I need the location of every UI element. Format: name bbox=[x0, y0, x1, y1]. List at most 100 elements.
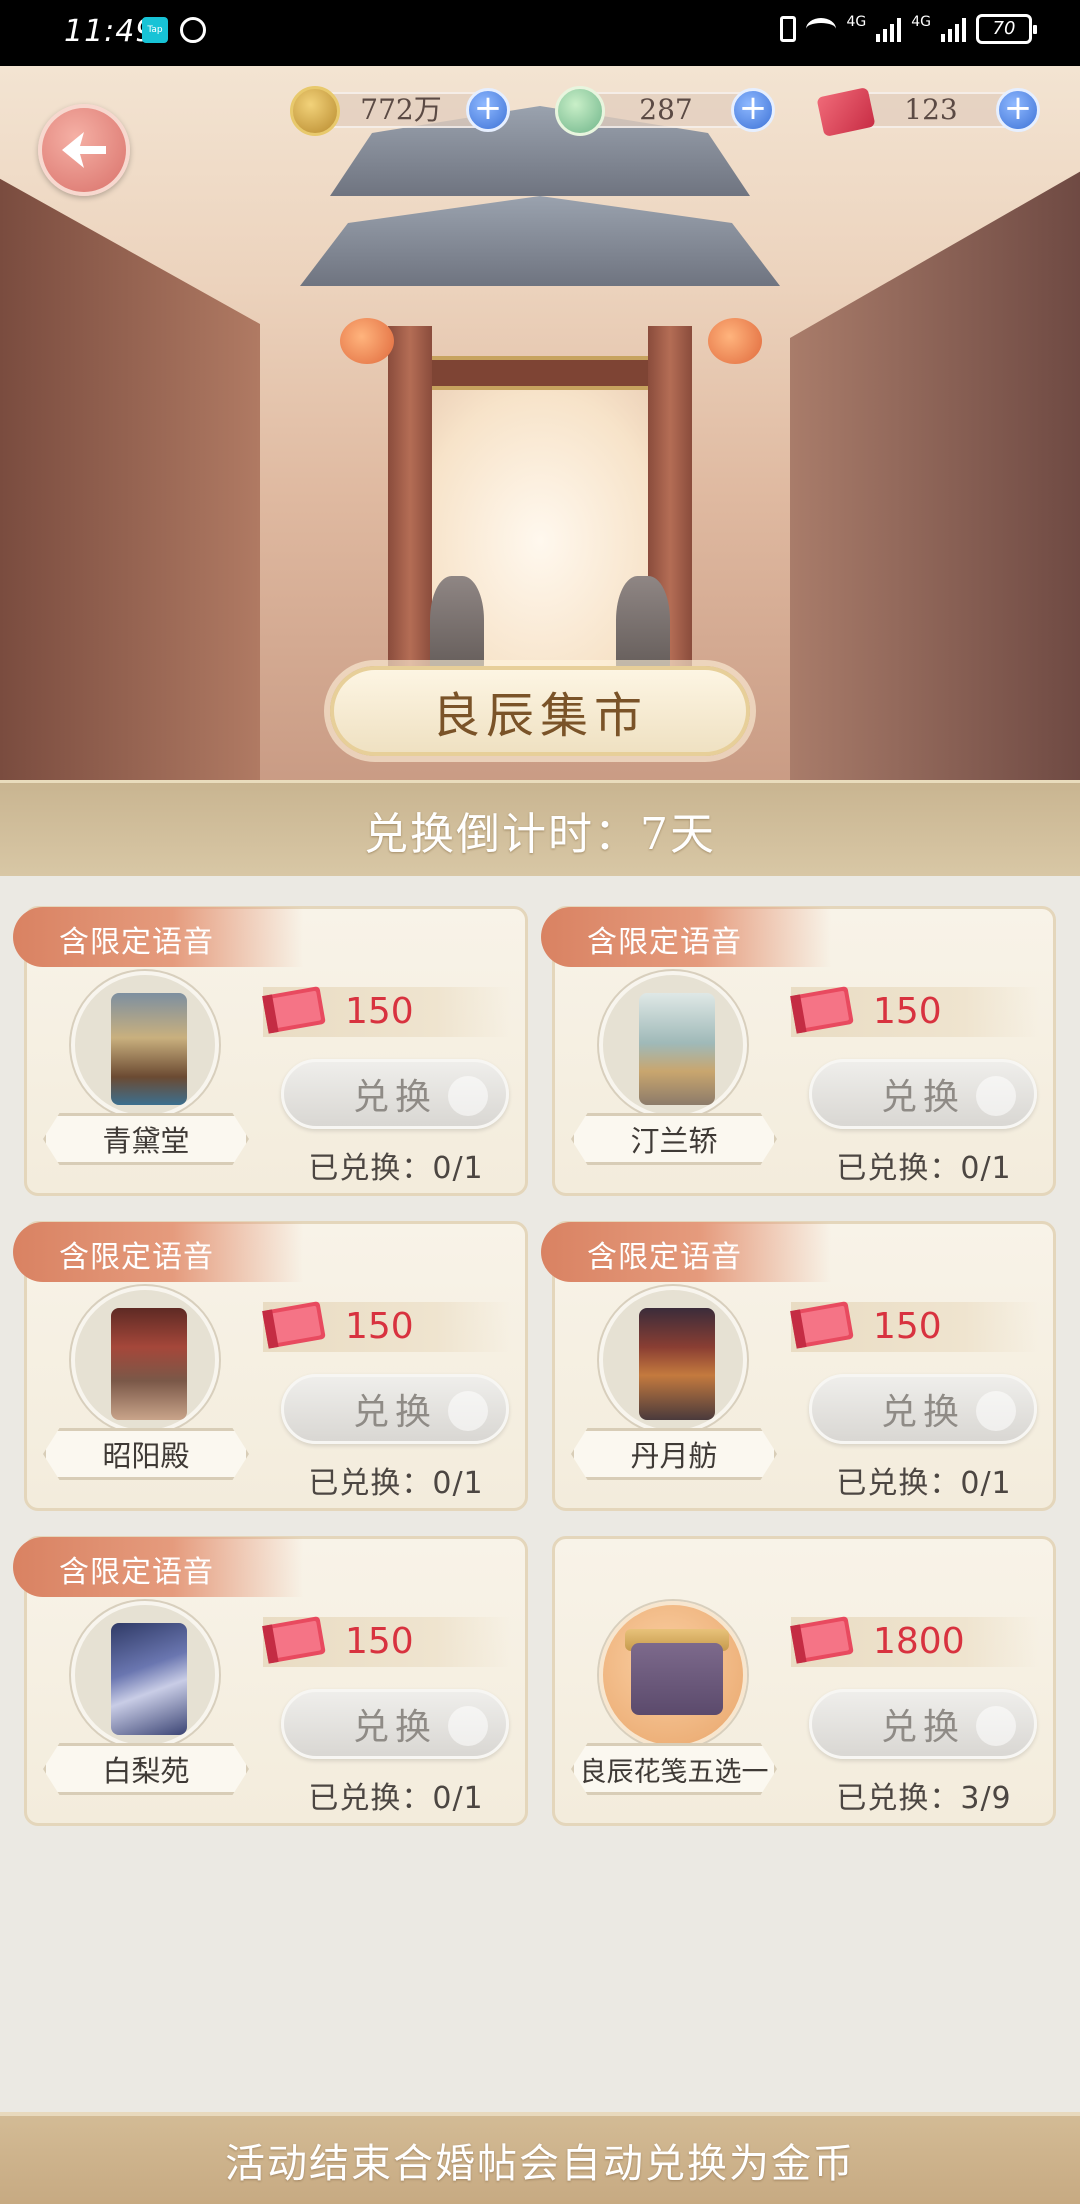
left-building bbox=[0, 178, 260, 786]
item-name: 昭阳殿 bbox=[102, 1439, 190, 1473]
red-book-icon bbox=[262, 1616, 326, 1664]
tag-label: 含限定语音 bbox=[587, 925, 742, 960]
currency-jade: 287 + bbox=[555, 86, 775, 136]
price-value: 150 bbox=[873, 991, 942, 1032]
exchange-button[interactable]: 兑换 bbox=[281, 1374, 509, 1444]
exchange-button[interactable]: 兑换 bbox=[281, 1689, 509, 1759]
battery-icon: 70 bbox=[976, 14, 1037, 44]
item-card-tinglanjiao: 含限定语音 汀兰轿 150 兑换 已兑换：0/1 bbox=[541, 906, 1056, 1196]
item-card-zhaoyangdian: 含限定语音 昭阳殿 150 兑换 已兑换：0/1 bbox=[13, 1221, 528, 1511]
item-name-plate: 良辰花笺五选一 bbox=[571, 1743, 777, 1795]
tag-label: 含限定语音 bbox=[59, 1240, 214, 1275]
exchange-label: 兑换 bbox=[352, 1707, 437, 1748]
red-book-icon bbox=[262, 986, 326, 1034]
danyuefang-scene-image bbox=[639, 1308, 715, 1420]
gate-beam bbox=[388, 356, 692, 390]
item-name-plate: 丹月舫 bbox=[571, 1428, 777, 1480]
paw-coin-icon bbox=[290, 86, 340, 136]
red-book-icon bbox=[816, 87, 876, 137]
countdown-banner: 兑换倒计时：7天 bbox=[0, 780, 1080, 876]
item-thumbnail-frame bbox=[71, 971, 219, 1119]
item-thumbnail-frame bbox=[71, 1286, 219, 1434]
item-price: 150 bbox=[262, 1616, 511, 1667]
lantern-right bbox=[708, 318, 762, 364]
red-book-icon bbox=[790, 1616, 854, 1664]
back-button[interactable] bbox=[38, 104, 130, 196]
vibrate-icon bbox=[780, 16, 797, 42]
alarm-icon bbox=[180, 17, 206, 43]
red-book-icon bbox=[790, 986, 854, 1034]
tinglanjiao-scene-image bbox=[639, 993, 715, 1105]
redeemed-count: 已兑换：0/1 bbox=[836, 1466, 1012, 1501]
exchange-label: 兑换 bbox=[352, 1392, 437, 1433]
item-price: 150 bbox=[262, 986, 511, 1037]
tag-label: 含限定语音 bbox=[587, 1240, 742, 1275]
zhaoyangdian-scene-image bbox=[111, 1308, 187, 1420]
gift-box-icon bbox=[631, 1643, 723, 1715]
redeemed-count: 已兑换：0/1 bbox=[308, 1466, 484, 1501]
item-card-qingdaitang: 含限定语音 青黛堂 150 兑换 已兑换：0/1 bbox=[13, 906, 528, 1196]
redeemed-count: 已兑换：0/1 bbox=[836, 1151, 1012, 1186]
exchange-button[interactable]: 兑换 bbox=[281, 1059, 509, 1129]
item-thumbnail-frame bbox=[599, 1286, 747, 1434]
item-name: 丹月舫 bbox=[630, 1439, 718, 1473]
item-name-plate: 白梨苑 bbox=[43, 1743, 249, 1795]
price-value: 1800 bbox=[873, 1621, 965, 1662]
price-value: 150 bbox=[345, 1306, 414, 1347]
footer-notice-bar: 活动结束合婚帖会自动兑换为金币 bbox=[0, 2112, 1080, 2204]
jade-charm-icon bbox=[555, 86, 605, 136]
price-value: 150 bbox=[345, 1621, 414, 1662]
item-name: 良辰花笺五选一 bbox=[579, 1756, 769, 1788]
status-right: 4G 4G 70 bbox=[780, 14, 1037, 44]
exchange-label: 兑换 bbox=[880, 1707, 965, 1748]
item-thumbnail-frame bbox=[71, 1601, 219, 1749]
lantern-left bbox=[340, 318, 394, 364]
item-name-plate: 汀兰轿 bbox=[571, 1113, 777, 1165]
item-name-plate: 青黛堂 bbox=[43, 1113, 249, 1165]
exchange-button[interactable]: 兑换 bbox=[809, 1689, 1037, 1759]
currency-coins: 772万 + bbox=[290, 86, 510, 136]
red-book-icon bbox=[262, 1301, 326, 1349]
gate-pillar-left bbox=[388, 326, 432, 696]
limited-voice-tag: 含限定语音 bbox=[541, 1222, 831, 1282]
item-card-danyuefang: 含限定语音 丹月舫 150 兑换 已兑换：0/1 bbox=[541, 1221, 1056, 1511]
item-name-plate: 昭阳殿 bbox=[43, 1428, 249, 1480]
tag-label: 含限定语音 bbox=[59, 1555, 214, 1590]
item-card-letter-bundle: 良辰花笺五选一 1800 兑换 已兑换：3/9 bbox=[552, 1536, 1056, 1826]
app-root: 11:49 Tap 4G 4G 70 772万 + 287 + 123 + 良辰… bbox=[0, 0, 1080, 2204]
limited-voice-tag: 含限定语音 bbox=[13, 907, 303, 967]
right-building bbox=[790, 171, 1080, 786]
network-label-2: 4G bbox=[911, 14, 931, 30]
tag-label: 含限定语音 bbox=[59, 925, 214, 960]
exchange-label: 兑换 bbox=[880, 1077, 965, 1118]
add-coins-button[interactable]: + bbox=[466, 88, 510, 132]
network-label-1: 4G bbox=[846, 14, 867, 30]
bailiyuan-scene-image bbox=[111, 1623, 187, 1735]
item-price: 150 bbox=[790, 986, 1039, 1037]
item-thumbnail-frame bbox=[599, 1601, 747, 1749]
page-title: 良辰集市 bbox=[431, 688, 648, 744]
footer-notice: 活动结束合婚帖会自动兑换为金币 bbox=[225, 2141, 855, 2187]
exchange-label: 兑换 bbox=[880, 1392, 965, 1433]
limited-voice-tag: 含限定语音 bbox=[13, 1222, 303, 1282]
add-jade-button[interactable]: + bbox=[731, 88, 775, 132]
item-price: 150 bbox=[790, 1301, 1039, 1352]
item-name: 白梨苑 bbox=[102, 1754, 190, 1788]
arrow-left-icon bbox=[62, 132, 106, 168]
red-book-icon bbox=[790, 1301, 854, 1349]
limited-voice-tag: 含限定语音 bbox=[13, 1537, 303, 1597]
page-title-plaque: 良辰集市 bbox=[330, 666, 750, 756]
exchange-button[interactable]: 兑换 bbox=[809, 1059, 1037, 1129]
exchange-button[interactable]: 兑换 bbox=[809, 1374, 1037, 1444]
redeemed-count: 已兑换：0/1 bbox=[308, 1151, 484, 1186]
item-thumbnail-frame bbox=[599, 971, 747, 1119]
redeemed-count: 已兑换：0/1 bbox=[308, 1781, 484, 1816]
item-card-bailiyuan: 含限定语音 白梨苑 150 兑换 已兑换：0/1 bbox=[13, 1536, 528, 1826]
signal-icon bbox=[876, 16, 902, 42]
add-invitation-button[interactable]: + bbox=[996, 88, 1040, 132]
limited-voice-tag: 含限定语音 bbox=[541, 907, 831, 967]
wifi-icon bbox=[806, 18, 837, 40]
signal-icon-2 bbox=[941, 16, 966, 42]
countdown-text: 兑换倒计时：7天 bbox=[364, 808, 716, 860]
status-bar: 11:49 Tap 4G 4G 70 bbox=[0, 0, 1080, 66]
